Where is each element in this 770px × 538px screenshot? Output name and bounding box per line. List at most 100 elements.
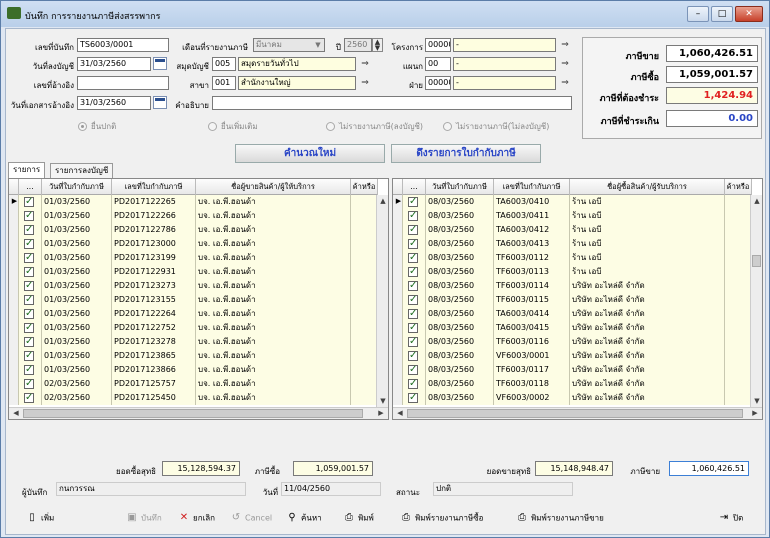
radio-normal[interactable]: ยื่นปกติ [78,120,116,133]
ref-calendar-icon[interactable] [153,96,167,109]
lookup-project-icon[interactable]: ⇒ [558,39,572,52]
sales-col-invoice-no[interactable]: เลขที่ใบกำกับภาษี [494,179,570,195]
checkbox-checked-icon[interactable] [24,307,34,320]
purchase-table-row[interactable]: 01/03/2560PD2017123866บจ. เอ.พี.ฮอนด้า [9,363,378,377]
checkbox-checked-icon[interactable] [24,391,34,404]
purchase-table-row[interactable]: ▶ 01/03/2560PD2017122265บจ. เอ.พี.ฮอนด้า [9,195,378,209]
sales-vscrollbar[interactable]: ▲ ▼ [750,195,762,407]
row-checkbox[interactable] [403,377,426,391]
row-checkbox[interactable] [403,265,426,279]
minimize-button[interactable]: – [687,6,709,22]
sales-col-check[interactable]: ... [403,179,426,195]
add-button[interactable]: ▯ เพิ่ม [26,509,54,527]
branch-code-field[interactable]: 001 [212,76,236,90]
checkbox-checked-icon[interactable] [408,377,418,390]
checkbox-checked-icon[interactable] [24,195,34,208]
ref-date-field[interactable]: 31/03/2560 [77,96,151,110]
sales-col-date[interactable]: วันที่ใบกำกับภาษี [426,179,494,195]
sales-table-row[interactable]: 08/03/2560VF6003/0002บริษัท อะไหล่ดี จำก… [393,391,752,405]
tab-posted-items[interactable]: รายการลงบัญชี [50,163,114,178]
purchase-table-row[interactable]: 01/03/2560PD2017122931บจ. เอ.พี.ฮอนด้า [9,265,378,279]
row-checkbox[interactable] [403,195,426,209]
purchase-col-more[interactable]: ค้าหรือ [351,179,378,195]
purchase-col-check[interactable]: ... [19,179,42,195]
row-checkbox[interactable] [19,377,42,391]
checkbox-checked-icon[interactable] [408,237,418,250]
purchase-col-vendor[interactable]: ชื่อผู้ขายสินค้า/ผู้ให้บริการ [196,179,351,195]
row-checkbox[interactable] [403,321,426,335]
scroll-up-icon[interactable]: ▲ [377,197,388,205]
lookup-branch-icon[interactable]: ⇒ [358,77,372,90]
checkbox-checked-icon[interactable] [408,293,418,306]
purchase-table-row[interactable]: 01/03/2560PD2017123155บจ. เอ.พี.ฮอนด้า [9,293,378,307]
row-checkbox[interactable] [19,195,42,209]
checkbox-checked-icon[interactable] [408,265,418,278]
row-checkbox[interactable] [403,363,426,377]
checkbox-checked-icon[interactable] [408,223,418,236]
row-checkbox[interactable] [403,279,426,293]
radio-additional[interactable]: ยื่นเพิ่มเติม [208,120,258,133]
row-checkbox[interactable] [403,349,426,363]
maximize-button[interactable]: □ [711,6,733,22]
save-button[interactable]: ▣ บันทึก [126,509,161,527]
ref-no-field[interactable] [77,76,169,90]
checkbox-checked-icon[interactable] [24,251,34,264]
scroll-right-icon[interactable]: ▶ [375,409,387,417]
sales-table-row[interactable]: 08/03/2560TF6003/0112ร้าน เอบี [393,251,752,265]
row-checkbox[interactable] [403,209,426,223]
purchase-table-row[interactable]: 01/03/2560PD2017122264บจ. เอ.พี.ฮอนด้า [9,307,378,321]
checkbox-checked-icon[interactable] [24,335,34,348]
year-spinner-icon[interactable]: ▲ ▼ [372,38,383,52]
row-checkbox[interactable] [403,335,426,349]
checkbox-checked-icon[interactable] [24,223,34,236]
checkbox-checked-icon[interactable] [408,321,418,334]
lookup-dept-icon[interactable]: ⇒ [558,58,572,71]
scroll-right-icon[interactable]: ▶ [749,409,761,417]
scroll-left-icon[interactable]: ◀ [10,409,22,417]
row-checkbox[interactable] [19,335,42,349]
row-checkbox[interactable] [19,293,42,307]
close-window-button[interactable]: ✕ [735,6,763,22]
checkbox-checked-icon[interactable] [408,251,418,264]
checkbox-checked-icon[interactable] [408,307,418,320]
checkbox-checked-icon[interactable] [24,321,34,334]
checkbox-checked-icon[interactable] [408,391,418,404]
sales-table-row[interactable]: 08/03/2560TA6003/0414บริษัท อะไหล่ดี จำก… [393,307,752,321]
purchase-table-row[interactable]: 02/03/2560PD2017125757บจ. เอ.พี.ฮอนด้า [9,377,378,391]
row-checkbox[interactable] [19,237,42,251]
scroll-down-icon[interactable]: ▼ [377,397,388,405]
close-button[interactable]: ⇥ ปิด [718,509,743,527]
journal-code-field[interactable]: 005 [212,57,236,71]
cancel-button[interactable]: ↺ Cancel [230,509,272,527]
print-sales-report-button[interactable]: ⎙ พิมพ์รายงานภาษีขาย [516,509,604,527]
row-checkbox[interactable] [403,293,426,307]
scroll-down-icon[interactable]: ▼ [751,397,762,405]
row-checkbox[interactable] [403,391,426,405]
sales-table-row[interactable]: ▶ 08/03/2560TA6003/0410ร้าน เอบี [393,195,752,209]
checkbox-checked-icon[interactable] [24,293,34,306]
sales-table-row[interactable]: 08/03/2560TA6003/0415บริษัท อะไหล่ดี จำก… [393,321,752,335]
recalculate-button[interactable]: คำนวณใหม่ [235,144,385,163]
sales-table-row[interactable]: 08/03/2560TF6003/0113ร้าน เอบี [393,265,752,279]
print-purchase-report-button[interactable]: ⎙ พิมพ์รายงานภาษีซื้อ [400,509,483,527]
checkbox-checked-icon[interactable] [24,349,34,362]
purchase-hscrollbar[interactable]: ◀ ▶ [9,407,388,419]
row-checkbox[interactable] [19,349,42,363]
purchase-table-row[interactable]: 01/03/2560PD2017123199บจ. เอ.พี.ฮอนด้า [9,251,378,265]
row-checkbox[interactable] [403,223,426,237]
sales-table-row[interactable]: 08/03/2560TA6003/0412ร้าน เอบี [393,223,752,237]
row-checkbox[interactable] [19,321,42,335]
sales-table-row[interactable]: 08/03/2560TF6003/0117บริษัท อะไหล่ดี จำก… [393,363,752,377]
cancel-document-button[interactable]: ✕ ยกเลิก [178,509,215,527]
sales-hscroll-thumb[interactable] [407,409,743,418]
purchase-table-row[interactable]: 01/03/2560PD2017122752บจ. เอ.พี.ฮอนด้า [9,321,378,335]
purchase-table-row[interactable]: 01/03/2560PD2017122266บจ. เอ.พี.ฮอนด้า [9,209,378,223]
sales-table-row[interactable]: 08/03/2560TF6003/0115บริษัท อะไหล่ดี จำก… [393,293,752,307]
checkbox-checked-icon[interactable] [408,363,418,376]
checkbox-checked-icon[interactable] [408,195,418,208]
checkbox-checked-icon[interactable] [24,279,34,292]
row-checkbox[interactable] [19,265,42,279]
row-checkbox[interactable] [19,307,42,321]
row-checkbox[interactable] [403,251,426,265]
purchase-table-row[interactable]: 01/03/2560PD2017123278บจ. เอ.พี.ฮอนด้า [9,335,378,349]
